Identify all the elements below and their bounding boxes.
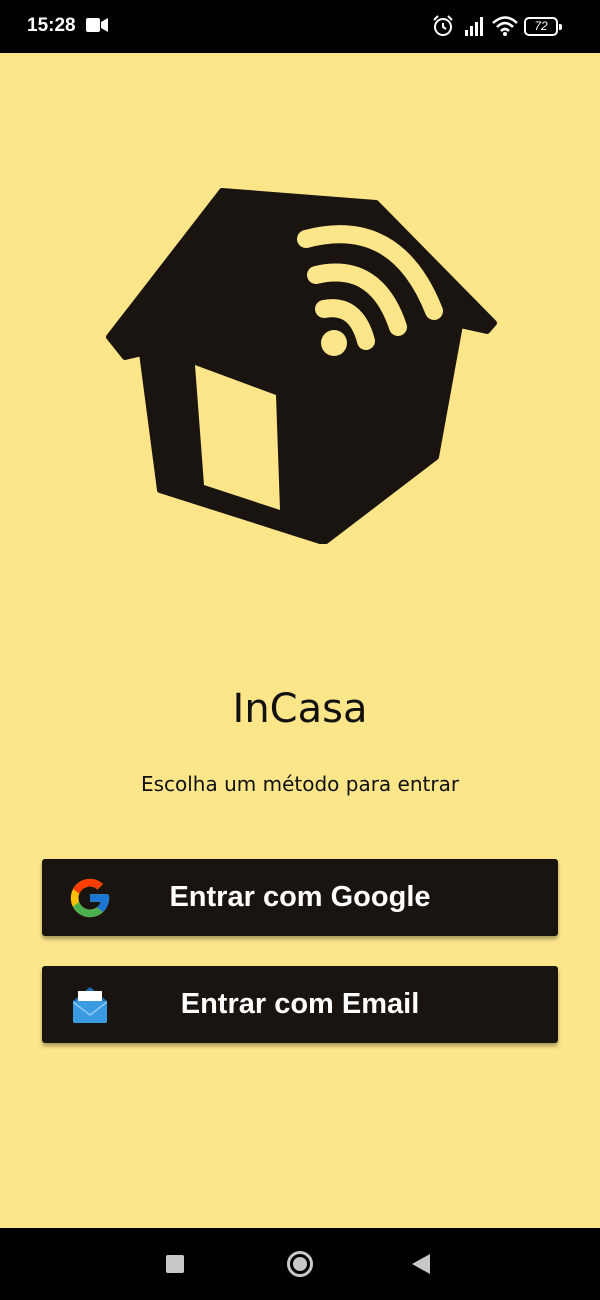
status-time: 15:28 [27, 15, 76, 36]
recent-apps-icon[interactable] [166, 1255, 184, 1273]
house-wifi-logo [106, 188, 497, 544]
signal-icon [465, 17, 483, 36]
wifi-icon [492, 16, 518, 36]
app-title: InCasa [232, 686, 368, 732]
email-login-button[interactable]: Entrar com Email [42, 966, 558, 1043]
navigation-bar [0, 1228, 600, 1300]
back-icon[interactable] [412, 1254, 430, 1274]
google-button-label: Entrar com Google [169, 881, 431, 913]
login-subtitle: Escolha um método para entrar [140, 772, 460, 796]
battery-icon: 72 [524, 17, 562, 36]
google-login-button[interactable]: Entrar com Google [42, 859, 558, 936]
alarm-icon [433, 15, 453, 36]
video-camera-icon [86, 18, 108, 32]
status-bar: 15:28 72 [0, 0, 600, 53]
home-icon[interactable] [287, 1251, 313, 1277]
battery-level: 72 [534, 19, 548, 33]
email-button-label: Entrar com Email [180, 988, 420, 1020]
